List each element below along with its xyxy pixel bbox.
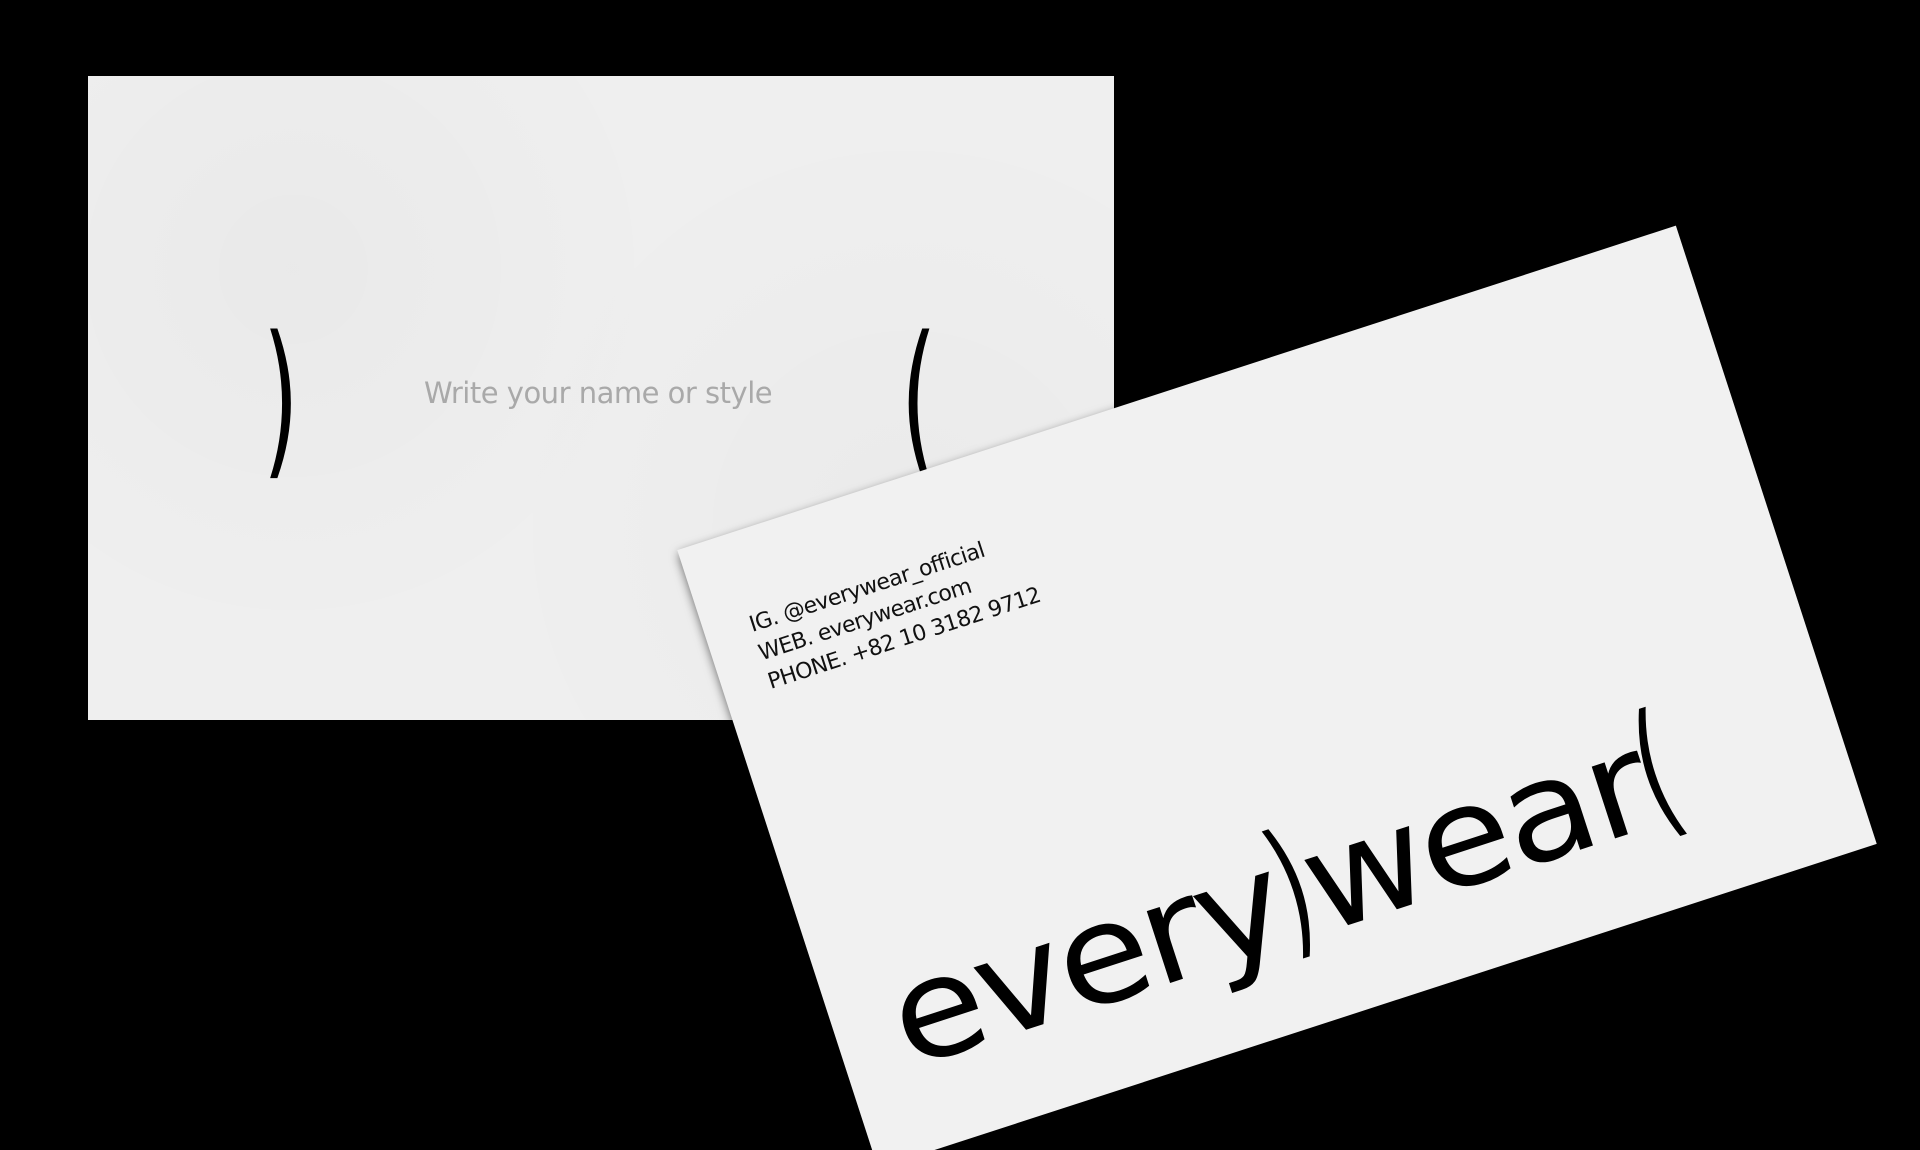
wordmark-every: every [869, 822, 1303, 1100]
closing-parenthesis-mark: ) [262, 300, 299, 496]
brand-wordmark: every ) wear ( [866, 682, 1698, 1100]
wordmark-wear: wear [1282, 704, 1668, 966]
photo-scene: ) Write your name or style ( IG. @everyw… [0, 0, 1920, 1150]
opening-parenthesis-mark: ( [900, 300, 937, 496]
name-placeholder-text: Write your name or style [424, 376, 773, 410]
contact-info: IG. @everywear_official WEB. everywear.c… [746, 524, 1045, 698]
